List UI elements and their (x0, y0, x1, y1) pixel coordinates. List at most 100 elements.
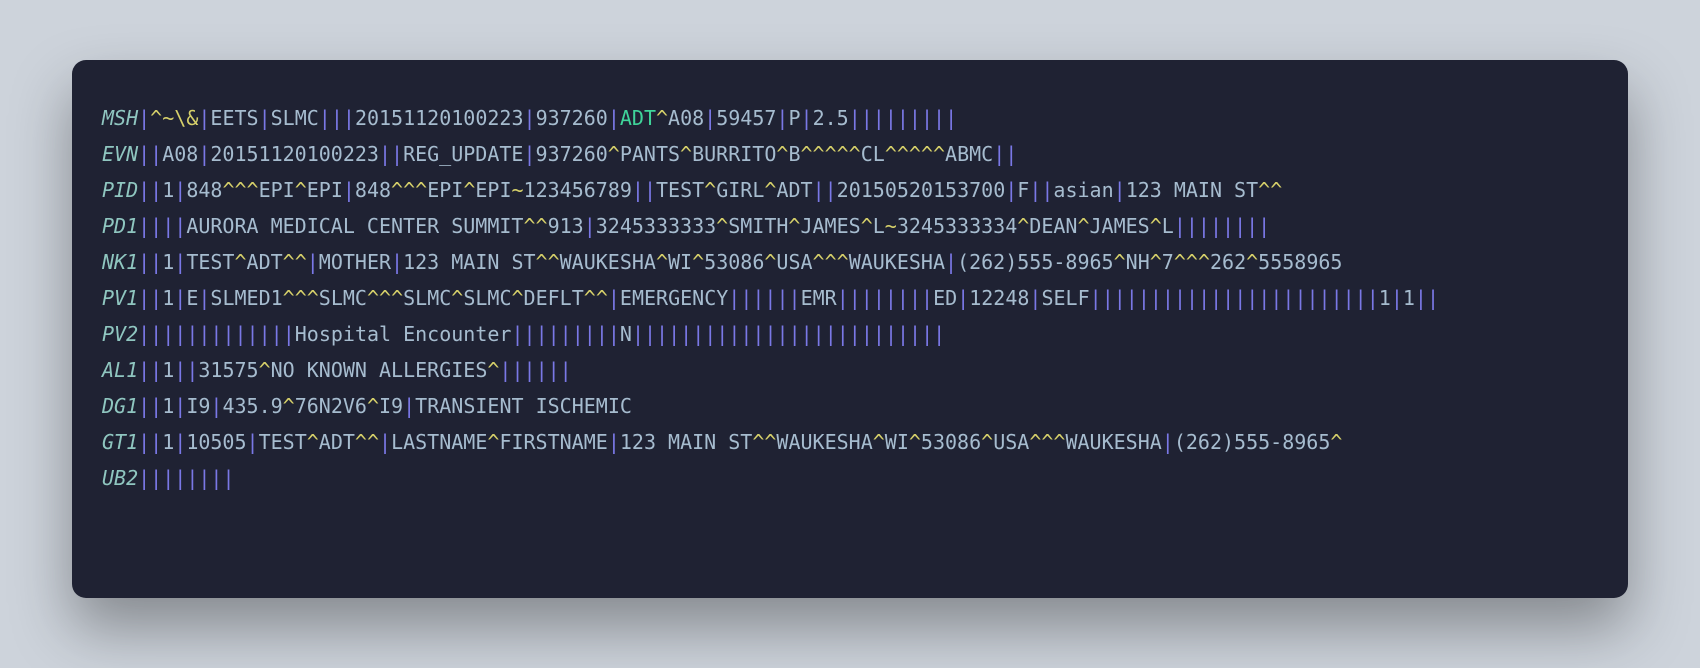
field-text: 848 (355, 178, 391, 202)
component-separator: ^ (885, 142, 897, 166)
component-separator: ^ (813, 250, 825, 274)
field-separator: | (1210, 214, 1222, 238)
field-text: ADT (319, 430, 355, 454)
field-separator: | (764, 322, 776, 346)
field-text: 12248 (969, 286, 1029, 310)
component-separator: ^ (367, 286, 379, 310)
field-separator: | (186, 358, 198, 382)
field-separator: | (138, 322, 150, 346)
field-separator: | (813, 178, 825, 202)
field-separator: | (247, 430, 259, 454)
field-separator: | (776, 106, 788, 130)
field-text: 53086 (921, 430, 981, 454)
field-text: I9 (186, 394, 210, 418)
field-separator: | (536, 322, 548, 346)
component-separator: ^ (764, 178, 776, 202)
segment-id: GT1 (102, 430, 138, 454)
field-separator: | (174, 214, 186, 238)
field-text: USA (776, 250, 812, 274)
field-text: asian (1053, 178, 1113, 202)
component-separator: ^ (403, 178, 415, 202)
field-separator: | (777, 322, 789, 346)
field-text: 53086 (704, 250, 764, 274)
segment-id: PD1 (102, 214, 138, 238)
component-separator: ^ (295, 286, 307, 310)
component-separator: ^ (367, 430, 379, 454)
field-separator: | (728, 322, 740, 346)
field-separator: | (1234, 214, 1246, 238)
field-text: (262)555-8965 (1174, 430, 1331, 454)
field-separator: | (861, 286, 873, 310)
page-stage: MSH|^~\&|EETS|SLMC|||20151120100223|9372… (0, 0, 1700, 668)
field-separator: | (1210, 286, 1222, 310)
field-separator: | (150, 394, 162, 418)
component-separator: ^ (704, 178, 716, 202)
field-separator: | (271, 322, 283, 346)
field-text: 1 (162, 286, 174, 310)
field-separator: | (764, 286, 776, 310)
field-separator: | (1270, 286, 1282, 310)
component-separator: ^ (536, 250, 548, 274)
component-separator: ^ (222, 178, 234, 202)
field-separator: | (210, 394, 222, 418)
component-separator: ^ (837, 142, 849, 166)
component-separator: ^ (259, 358, 271, 382)
component-separator: ^ (391, 286, 403, 310)
field-separator: | (656, 322, 668, 346)
component-separator: ^ (897, 142, 909, 166)
field-text: JAMES (800, 214, 860, 238)
field-separator: | (1222, 214, 1234, 238)
field-separator: | (210, 322, 222, 346)
field-text: SLMC (319, 286, 367, 310)
field-separator: | (801, 322, 813, 346)
field-separator: | (1222, 286, 1234, 310)
field-separator: | (1090, 286, 1102, 310)
component-separator: ^ (825, 250, 837, 274)
field-separator: | (728, 286, 740, 310)
field-text: NH (1126, 250, 1150, 274)
field-text: Hospital Encounter (295, 322, 512, 346)
component-separator: ^ (776, 142, 788, 166)
field-separator: | (608, 430, 620, 454)
field-separator: | (150, 466, 162, 490)
field-separator: | (897, 322, 909, 346)
field-separator: | (247, 322, 259, 346)
field-separator: | (536, 358, 548, 382)
component-separator: ^ (295, 178, 307, 202)
field-separator: | (596, 322, 608, 346)
component-separator: ^ (813, 142, 825, 166)
field-separator: | (692, 322, 704, 346)
field-text: A08 (668, 106, 704, 130)
field-separator: | (138, 178, 150, 202)
segment-id: NK1 (102, 250, 138, 274)
field-text: WAUKESHA (1065, 430, 1161, 454)
field-separator: | (560, 358, 572, 382)
field-text: P (788, 106, 800, 130)
component-separator: ^ (487, 430, 499, 454)
component-separator: ^ (487, 358, 499, 382)
component-separator: ^ (716, 214, 728, 238)
field-separator: | (391, 142, 403, 166)
field-separator: | (873, 286, 885, 310)
field-separator: | (162, 466, 174, 490)
field-text: ADT (776, 178, 812, 202)
field-separator: | (1114, 178, 1126, 202)
field-separator: | (283, 322, 295, 346)
field-separator: | (343, 106, 355, 130)
field-separator: | (198, 106, 210, 130)
component-separator: ^ (825, 142, 837, 166)
field-text: EMR (801, 286, 837, 310)
component-separator: ^ (536, 214, 548, 238)
segment-id: PV2 (102, 322, 138, 346)
component-separator: ^ (415, 178, 427, 202)
field-text: 20151120100223 (210, 142, 379, 166)
component-separator: ^ (512, 286, 524, 310)
field-text: EPI (475, 178, 511, 202)
field-separator: | (186, 322, 198, 346)
field-text: 123 MAIN ST (1126, 178, 1258, 202)
field-separator: | (1331, 286, 1343, 310)
field-separator: | (548, 358, 560, 382)
field-text: 2.5 (813, 106, 849, 130)
field-separator: | (222, 466, 234, 490)
field-separator: | (523, 142, 535, 166)
